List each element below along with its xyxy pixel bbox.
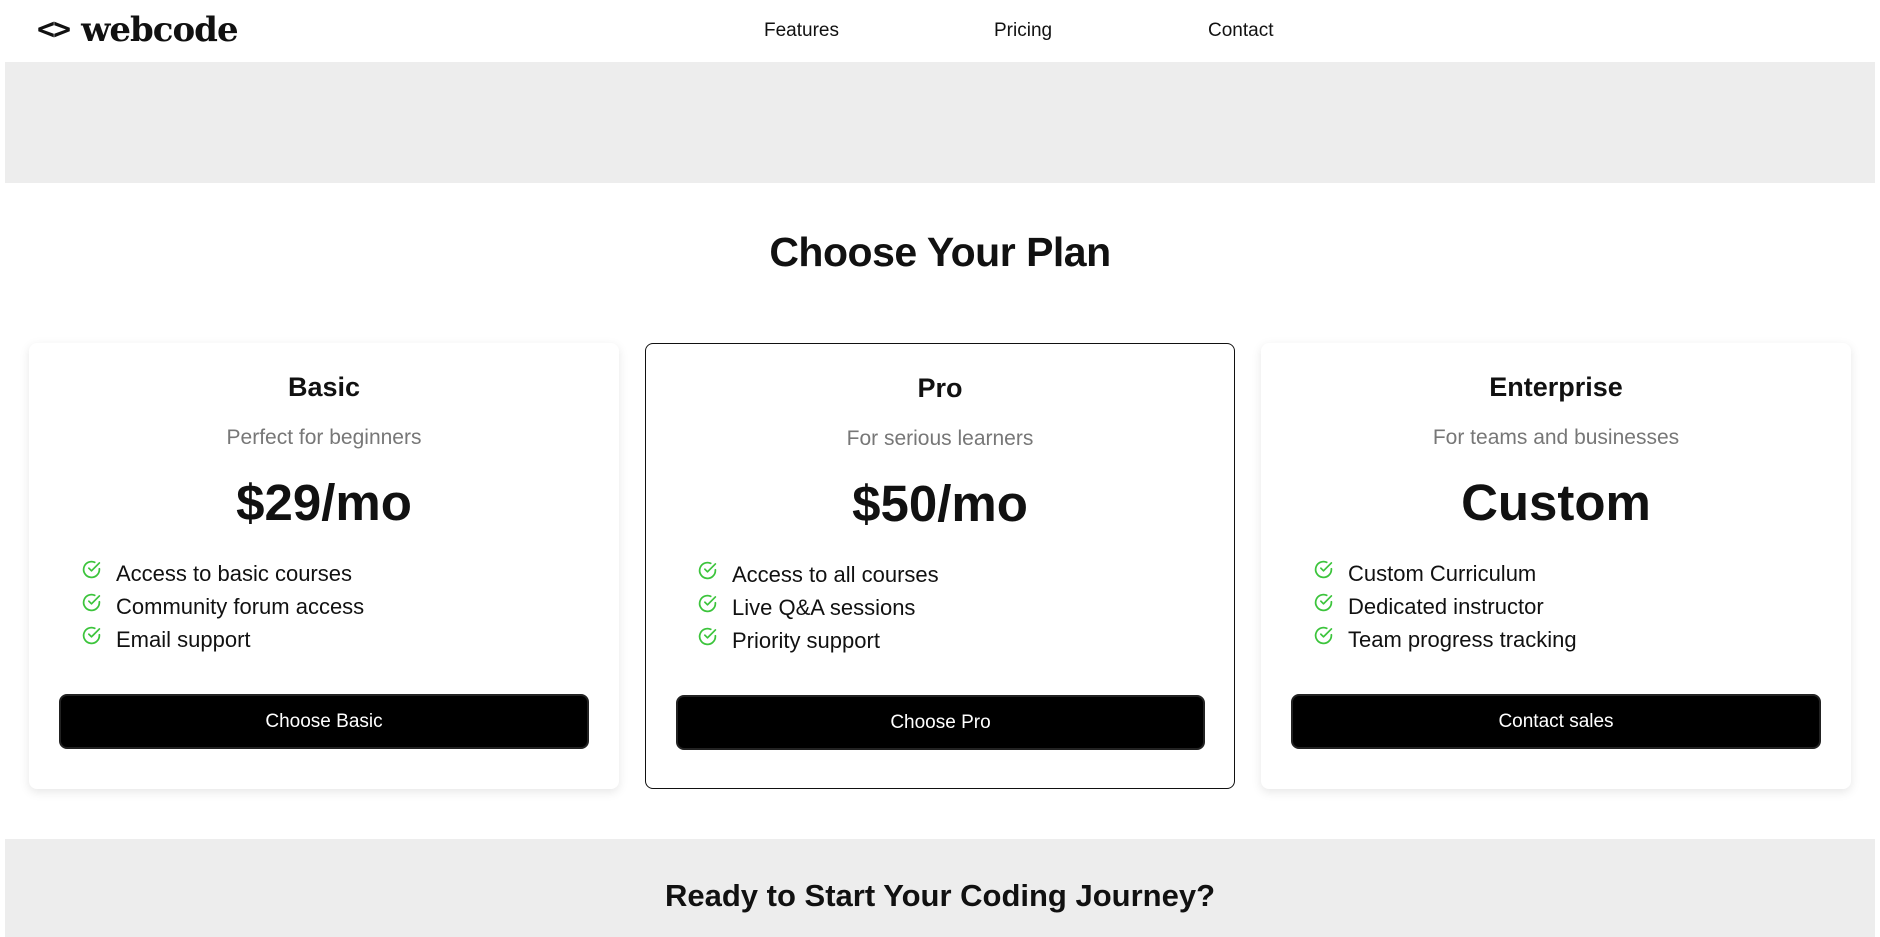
feature-text: Live Q&A sessions — [732, 594, 916, 620]
feature-text: Access to basic courses — [116, 560, 352, 586]
plan-name: Basic — [287, 372, 361, 402]
feature-text: Dedicated instructor — [1348, 593, 1544, 619]
feature-text: Access to all courses — [732, 561, 939, 587]
feature-item: Team progress tracking — [1313, 623, 1577, 656]
check-circle-icon — [82, 593, 101, 612]
nav-link-contact[interactable]: Contact — [1208, 19, 1273, 43]
feature-text: Community forum access — [116, 593, 365, 619]
feature-item: Priority support — [697, 624, 939, 657]
feature-text: Email support — [116, 626, 251, 652]
plan-features: Access to all courses Live Q&A sessions … — [697, 558, 939, 657]
plan-features: Custom Curriculum Dedicated instructor T… — [1313, 557, 1577, 656]
plan-name: Enterprise — [1489, 372, 1623, 402]
check-circle-icon — [1314, 593, 1333, 612]
contact-sales-button[interactable]: Contact sales — [1291, 694, 1821, 749]
choose-pro-button[interactable]: Choose Pro — [676, 695, 1205, 750]
choose-basic-button[interactable]: Choose Basic — [59, 694, 589, 749]
check-circle-icon — [1314, 626, 1333, 645]
feature-text: Team progress tracking — [1348, 626, 1577, 652]
plan-price: Custom — [1461, 474, 1651, 531]
feature-text: Custom Curriculum — [1348, 560, 1537, 586]
plan-card-enterprise: Enterprise For teams and businesses Cust… — [1261, 343, 1851, 789]
plan-name: Pro — [917, 373, 963, 403]
plan-tagline: For serious learners — [846, 427, 1034, 450]
check-circle-icon — [698, 594, 717, 613]
feature-item: Live Q&A sessions — [697, 591, 939, 624]
logo[interactable]: <> webcode — [37, 8, 239, 52]
nav-link-features[interactable]: Features — [764, 19, 839, 43]
feature-item: Access to basic courses — [81, 557, 364, 590]
code-brackets-icon: <> — [37, 12, 71, 47]
nav-link-pricing[interactable]: Pricing — [994, 19, 1052, 43]
feature-item: Dedicated instructor — [1313, 590, 1577, 623]
plan-price: $50/mo — [852, 475, 1028, 532]
plan-tagline: For teams and businesses — [1432, 426, 1680, 449]
cta-title: Ready to Start Your Coding Journey? — [664, 878, 1216, 913]
cta-section: Ready to Start Your Coding Journey? — [5, 839, 1875, 937]
plan-card-pro: Pro For serious learners $50/mo Access t… — [645, 343, 1235, 789]
plan-features: Access to basic courses Community forum … — [81, 557, 364, 656]
feature-item: Access to all courses — [697, 558, 939, 591]
check-circle-icon — [82, 626, 101, 645]
check-circle-icon — [698, 561, 717, 580]
plan-price: $29/mo — [236, 474, 412, 531]
check-circle-icon — [1314, 560, 1333, 579]
feature-item: Community forum access — [81, 590, 364, 623]
hero-band — [5, 62, 1875, 183]
pricing-title: Choose Your Plan — [769, 229, 1111, 275]
site-header: <> webcode Features Pricing Contact — [0, 0, 1880, 62]
feature-item: Custom Curriculum — [1313, 557, 1577, 590]
plan-tagline: Perfect for beginners — [226, 426, 422, 449]
plan-card-basic: Basic Perfect for beginners $29/mo Acces… — [29, 343, 619, 789]
feature-item: Email support — [81, 623, 364, 656]
feature-text: Priority support — [732, 627, 880, 653]
logo-text: webcode — [81, 10, 238, 50]
check-circle-icon — [698, 627, 717, 646]
check-circle-icon — [82, 560, 101, 579]
